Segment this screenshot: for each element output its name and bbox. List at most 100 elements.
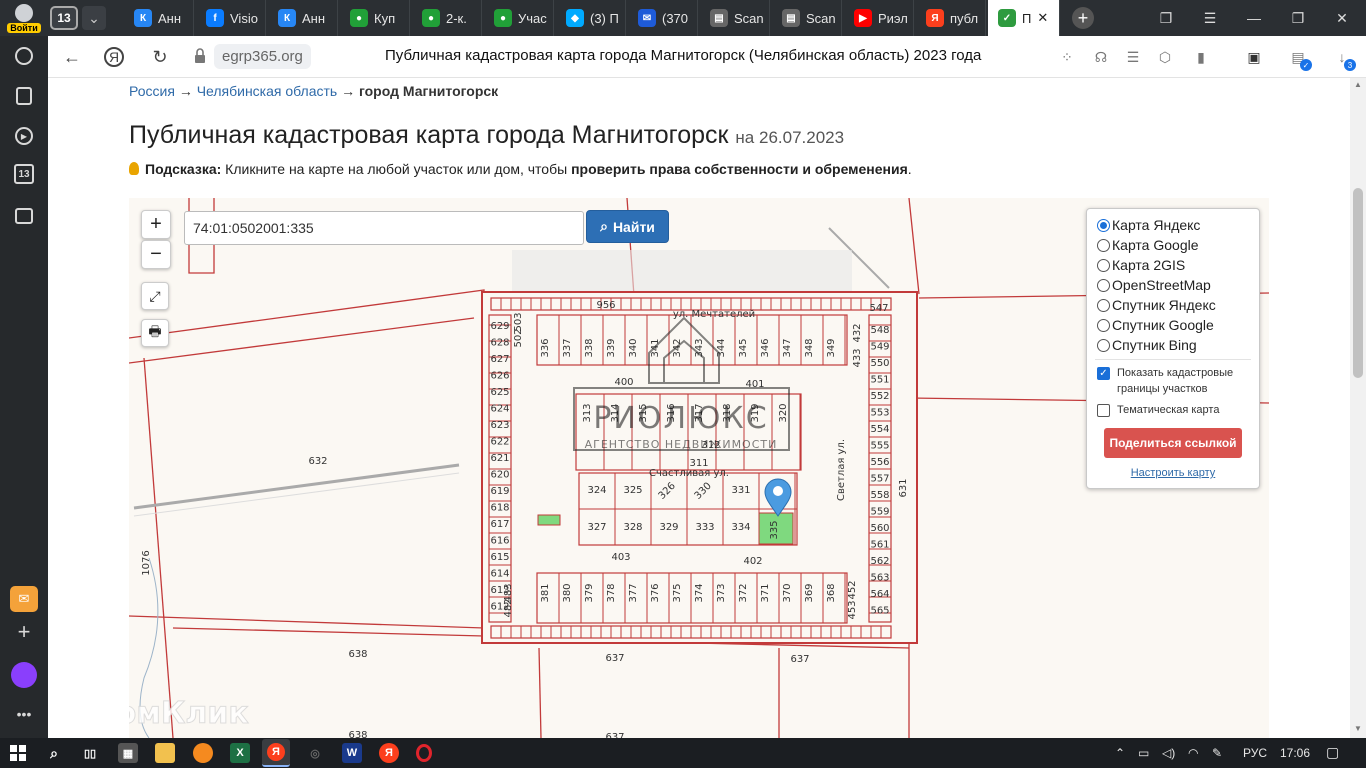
- checkbox-empty-icon[interactable]: [1097, 404, 1110, 417]
- url-domain[interactable]: egrp365.org: [214, 44, 311, 69]
- parcel-number[interactable]: 327: [587, 522, 606, 533]
- page-scrollbar[interactable]: ▲ ▼: [1350, 78, 1366, 738]
- parcel-number[interactable]: 638: [348, 649, 367, 660]
- browser-tab[interactable]: К Анн: [124, 0, 194, 36]
- search-icon[interactable]: ⌕: [44, 743, 64, 763]
- parcel-number[interactable]: Светлая ул.: [836, 439, 847, 501]
- parcel-number[interactable]: 333: [695, 522, 714, 533]
- browser-tab[interactable]: ● Учас: [484, 0, 554, 36]
- scroll-up-icon[interactable]: ▲: [1353, 80, 1363, 90]
- reader-mode-icon[interactable]: ☰: [1123, 47, 1143, 67]
- page-title[interactable]: Публичная кадастровая карта города Магни…: [385, 47, 981, 64]
- parcel-number[interactable]: 614: [490, 569, 509, 580]
- parcel-number[interactable]: 345: [738, 338, 749, 357]
- browser-tab[interactable]: ✓ П ✕: [988, 0, 1060, 36]
- parcel-number[interactable]: 553: [870, 408, 889, 419]
- parcel-number[interactable]: 637: [790, 654, 809, 665]
- paint-icon[interactable]: [193, 743, 213, 763]
- parcel-number[interactable]: 622: [490, 437, 509, 448]
- parcel-number[interactable]: 564: [870, 589, 889, 600]
- browser-tab[interactable]: ● Куп: [340, 0, 410, 36]
- parcel-number[interactable]: 557: [870, 474, 889, 485]
- browser-tab[interactable]: f Visio: [196, 0, 266, 36]
- parcel-number[interactable]: 561: [870, 540, 889, 551]
- new-tab-button[interactable]: +: [1072, 7, 1094, 29]
- parcel-number[interactable]: 335: [769, 520, 780, 539]
- parcel-number[interactable]: 375: [672, 583, 683, 602]
- restore-icon[interactable]: ❐: [1276, 0, 1320, 36]
- extensions-icon[interactable]: ⬡: [1155, 47, 1175, 67]
- apps-icon[interactable]: ⁘: [1057, 47, 1077, 67]
- parcel-number[interactable]: 325: [623, 485, 642, 496]
- parcel-number[interactable]: 337: [562, 338, 573, 357]
- parcel-number[interactable]: 347: [782, 338, 793, 357]
- tabs-count-icon[interactable]: 13: [14, 164, 34, 184]
- parcel-number[interactable]: 400: [614, 377, 633, 388]
- parcel-number[interactable]: 344: [716, 338, 727, 357]
- parcel-number[interactable]: 556: [870, 457, 889, 468]
- browser-tab[interactable]: Япубл: [916, 0, 986, 36]
- scrollbar-thumb[interactable]: [1353, 188, 1363, 378]
- notifications-icon[interactable]: ▢: [1326, 744, 1339, 761]
- radio-empty-icon[interactable]: [1097, 258, 1110, 272]
- parcel-number[interactable]: 482: [503, 598, 514, 617]
- parcel-number[interactable]: 320: [778, 403, 789, 422]
- browser-menu-icon[interactable]: ☰: [1188, 0, 1232, 36]
- parcel-number[interactable]: 555: [870, 441, 889, 452]
- parcel-number[interactable]: 433: [852, 348, 863, 367]
- collections-icon[interactable]: [12, 84, 36, 108]
- pen-icon[interactable]: ✎: [1212, 746, 1222, 760]
- share-link-button[interactable]: Поделиться ссылкой: [1104, 428, 1242, 458]
- parcel-number[interactable]: 552: [870, 391, 889, 402]
- parcel-number[interactable]: 565: [870, 606, 889, 617]
- volume-icon[interactable]: ◁): [1162, 746, 1175, 760]
- parcel-number[interactable]: 313: [582, 403, 593, 422]
- thematic-checkbox[interactable]: Тематическая карта: [1097, 402, 1255, 418]
- parcel-number[interactable]: 380: [562, 583, 573, 602]
- screenshot-icon[interactable]: [12, 204, 36, 228]
- parcel-number[interactable]: 342: [672, 338, 683, 357]
- parcel-number[interactable]: 336: [540, 338, 551, 357]
- windows-start-icon[interactable]: [8, 743, 28, 763]
- browser-tab[interactable]: ▤ Scan: [772, 0, 842, 36]
- clock[interactable]: 17:06: [1280, 746, 1310, 760]
- layer-option[interactable]: Карта Google: [1097, 235, 1199, 255]
- parcel-number[interactable]: 621: [490, 453, 509, 464]
- browser-tab[interactable]: ● 2-к.: [412, 0, 482, 36]
- yandex-icon[interactable]: Я: [379, 743, 399, 763]
- cadastral-map[interactable]: 336 337 338 339 340 341 342 343 344 345 346 347 348 3…: [129, 198, 1269, 738]
- show-borders-checkbox[interactable]: ✓ Показать кадастровые границы участков: [1097, 365, 1255, 397]
- layer-option[interactable]: Спутник Bing: [1097, 335, 1197, 355]
- bookmark-icon[interactable]: ▮: [1191, 47, 1211, 67]
- parcel-number[interactable]: 620: [490, 470, 509, 481]
- parcel-number[interactable]: 432: [852, 323, 863, 342]
- parcel-number[interactable]: Счастливая ул.: [649, 468, 729, 479]
- parcel-number[interactable]: 372: [738, 583, 749, 602]
- browser-tab[interactable]: ◆ (3) П: [556, 0, 626, 36]
- cadastral-search-input[interactable]: [184, 211, 584, 245]
- parcel-number[interactable]: 378: [606, 583, 617, 602]
- parcel-number[interactable]: 619: [490, 486, 509, 497]
- browser-tab[interactable]: К Анн: [268, 0, 338, 36]
- translate-icon[interactable]: ▤ ✓: [1288, 47, 1312, 71]
- parcel-number[interactable]: 340: [628, 338, 639, 357]
- parcel-number[interactable]: 628: [490, 338, 509, 349]
- parcel-number[interactable]: 331: [731, 485, 750, 496]
- more-icon[interactable]: •••: [12, 702, 36, 726]
- layer-option[interactable]: Спутник Google: [1097, 315, 1214, 335]
- login-button[interactable]: Войти: [0, 0, 48, 36]
- parcel-number[interactable]: 558: [870, 490, 889, 501]
- parcel-number[interactable]: 629: [490, 321, 509, 332]
- radio-empty-icon[interactable]: [1097, 298, 1110, 312]
- headphones-icon[interactable]: ☊: [1091, 47, 1111, 67]
- close-tab-icon[interactable]: ✕: [1037, 10, 1048, 26]
- alice-assistant-icon[interactable]: [11, 662, 37, 688]
- tune-map-link[interactable]: Настроить карту: [1087, 467, 1259, 479]
- bookmarks-panel-icon[interactable]: ❐: [1144, 0, 1188, 36]
- print-icon[interactable]: 🖶: [141, 319, 169, 347]
- yandex-browser-taskbar-icon[interactable]: Я: [262, 739, 290, 767]
- parcel-number[interactable]: 956: [596, 300, 615, 311]
- language-indicator[interactable]: РУС: [1243, 746, 1267, 760]
- parcel-number[interactable]: 560: [870, 523, 889, 534]
- parcel-number[interactable]: 328: [623, 522, 642, 533]
